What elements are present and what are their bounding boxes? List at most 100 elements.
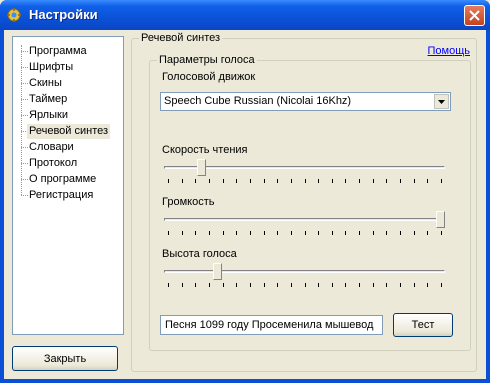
slider-tick (250, 231, 251, 235)
slider-tick (427, 231, 428, 235)
slider-tick (209, 283, 210, 287)
sidebar-item[interactable]: Программа (29, 44, 87, 59)
slider-tick (236, 231, 237, 235)
slider-tick (386, 283, 387, 287)
slider-tick (332, 179, 333, 183)
slider-thumb[interactable] (196, 159, 206, 176)
slider-tick (345, 283, 346, 287)
sidebar-item[interactable]: Словари (29, 140, 74, 155)
slider-tick (400, 231, 401, 235)
voice-params-group: Параметры голоса Голосовой движок Speech… (149, 54, 471, 351)
voice-engine-select[interactable]: Speech Cube Russian (Nicolai 16Khz) (160, 92, 451, 111)
volume-label: Громкость (162, 196, 215, 208)
test-button-label: Тест (411, 319, 435, 331)
slider-tick (441, 231, 442, 235)
slider-tick (359, 283, 360, 287)
slider-tick (182, 231, 183, 235)
tree-connector (21, 163, 28, 164)
slider-tick (318, 283, 319, 287)
slider-tick (332, 231, 333, 235)
close-icon (469, 10, 480, 21)
tree-connector (21, 195, 28, 196)
slider-tick (291, 283, 292, 287)
sidebar-item[interactable]: Протокол (29, 156, 77, 171)
slider-tick (209, 231, 210, 235)
speed-slider[interactable] (160, 159, 449, 187)
help-link[interactable]: Помощь (428, 45, 471, 57)
slider-tick (182, 179, 183, 183)
tree-connector (21, 115, 28, 116)
slider-tick (427, 179, 428, 183)
voice-engine-value: Speech Cube Russian (Nicolai 16Khz) (164, 95, 352, 107)
test-button[interactable]: Тест (393, 313, 453, 337)
slider-track (164, 218, 445, 221)
slider-tick (277, 231, 278, 235)
slider-tick (345, 231, 346, 235)
speed-label: Скорость чтения (162, 144, 248, 156)
sidebar-item[interactable]: Шрифты (29, 60, 73, 75)
pitch-slider[interactable] (160, 263, 449, 291)
slider-tick (236, 283, 237, 287)
slider-tick (264, 231, 265, 235)
tree-connector (21, 51, 28, 52)
test-text-input[interactable]: Песня 1099 году Просеменила мышевод (160, 315, 383, 335)
slider-tick (359, 231, 360, 235)
slider-tick (250, 179, 251, 183)
slider-tick (250, 283, 251, 287)
test-text-value: Песня 1099 году Просеменила мышевод (165, 319, 374, 331)
slider-track (164, 166, 445, 169)
close-button-label: Закрыть (43, 352, 87, 365)
settings-window: Настройки Программа Шрифты Скины Таймер Ярлы… (0, 0, 490, 383)
settings-app-icon (6, 7, 22, 23)
title-bar[interactable]: Настройки (0, 0, 490, 30)
slider-thumb[interactable] (212, 263, 222, 280)
slider-tick (400, 179, 401, 183)
chevron-down-icon[interactable] (434, 94, 449, 109)
slider-tick (386, 231, 387, 235)
slider-tick (318, 179, 319, 183)
speech-synthesis-panel: Речевой синтез Помощь Параметры голоса Г… (131, 32, 477, 372)
slider-tick (223, 179, 224, 183)
slider-tick (332, 283, 333, 287)
slider-tick (441, 179, 442, 183)
slider-tick (264, 179, 265, 183)
settings-category-list[interactable]: Программа Шрифты Скины Таймер Ярлыки Речевой … (12, 36, 124, 335)
slider-tick (264, 283, 265, 287)
close-button[interactable]: Закрыть (12, 346, 118, 371)
slider-tick (168, 179, 169, 183)
engine-label: Голосовой движок (162, 71, 256, 83)
slider-ticks (168, 283, 442, 287)
slider-tick (223, 283, 224, 287)
slider-tick (291, 231, 292, 235)
slider-tick (195, 179, 196, 183)
slider-ticks (168, 179, 442, 183)
sidebar-item[interactable]: О программе (29, 172, 96, 187)
slider-tick (345, 179, 346, 183)
slider-tick (305, 231, 306, 235)
slider-tick (277, 179, 278, 183)
window-close-button[interactable] (464, 5, 485, 26)
slider-tick (318, 231, 319, 235)
volume-slider[interactable] (160, 211, 449, 239)
sidebar-item[interactable]: Регистрация (29, 188, 93, 203)
sidebar-item[interactable]: Речевой синтез (27, 124, 111, 139)
slider-tick (414, 179, 415, 183)
slider-tick (195, 231, 196, 235)
sidebar-item[interactable]: Ярлыки (29, 108, 68, 123)
slider-tick (373, 283, 374, 287)
slider-tick (195, 283, 196, 287)
slider-tick (373, 179, 374, 183)
slider-tick (414, 283, 415, 287)
slider-tick (209, 179, 210, 183)
slider-tick (223, 231, 224, 235)
tree-connector (21, 147, 28, 148)
slider-tick (168, 283, 169, 287)
sidebar-item[interactable]: Таймер (29, 92, 67, 107)
sidebar-item[interactable]: Скины (29, 76, 62, 91)
window-client-area: Программа Шрифты Скины Таймер Ярлыки Речевой … (4, 30, 486, 379)
tree-connector (21, 99, 28, 100)
slider-tick (168, 231, 169, 235)
slider-tick (386, 179, 387, 183)
window-title: Настройки (29, 7, 98, 22)
slider-thumb[interactable] (436, 211, 445, 228)
